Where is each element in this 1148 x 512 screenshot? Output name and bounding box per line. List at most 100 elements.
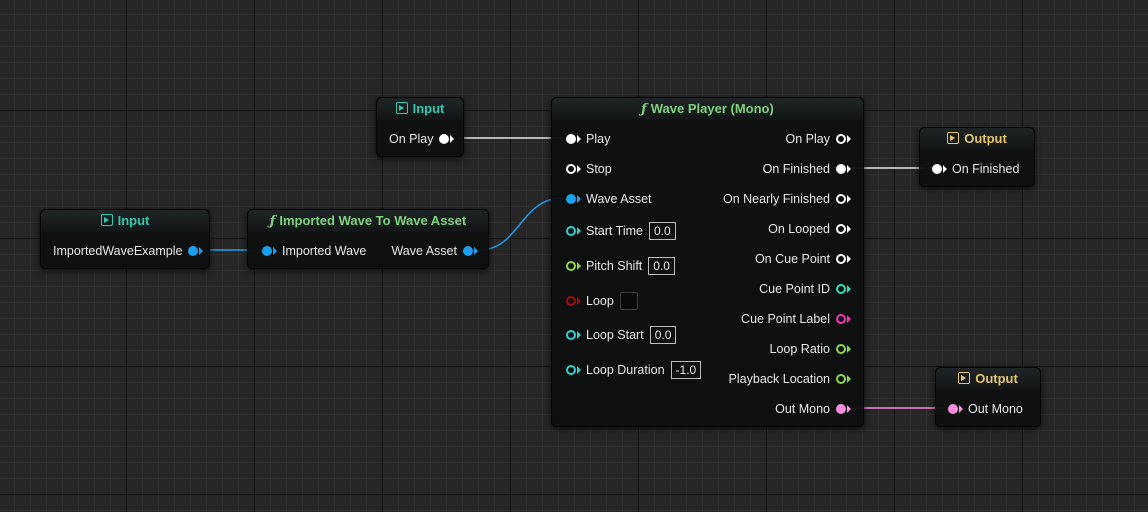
pin-label: Stop (586, 162, 612, 176)
audio-pin[interactable] (836, 404, 846, 414)
node-header: Input (377, 98, 463, 120)
pin-arrow-icon (943, 165, 947, 173)
pin-label: Start Time (586, 224, 643, 238)
node-header: Output (936, 368, 1040, 390)
pin-arrow-icon (847, 195, 851, 203)
float-pin[interactable] (836, 344, 846, 354)
time-pin[interactable] (566, 330, 576, 340)
input-node-on-play[interactable]: Input On Play (376, 97, 464, 157)
loop-start-value-field[interactable]: 0.0 (649, 326, 677, 344)
pin-arrow-icon (847, 375, 851, 383)
node-title: Input (412, 101, 445, 116)
imported-wave-to-wave-asset-node[interactable]: ƒ Imported Wave To Wave Asset Imported Wa… (247, 209, 489, 269)
pin-label: On Play (785, 132, 830, 146)
pin-arrow-icon (577, 227, 581, 235)
pin-arrow-icon (847, 345, 851, 353)
pin-label: Play (586, 132, 611, 146)
pin-label: Pitch Shift (586, 259, 643, 273)
pin-label: Loop (586, 294, 614, 308)
node-title: Imported Wave To Wave Asset (279, 213, 467, 228)
output-pin-cue-point-id: Cue Point ID (759, 279, 851, 299)
pin-arrow-icon (450, 135, 455, 143)
pitch-shift-value-field[interactable]: 0.0 (648, 257, 675, 275)
wave-asset-pin[interactable] (463, 246, 473, 256)
node-title: Output (964, 131, 1007, 146)
node-title: Output (975, 371, 1018, 386)
pin-arrow-icon (577, 262, 581, 270)
output-pin-on-cue-point: On Cue Point (755, 249, 851, 269)
output-pin-on-play: On Play (786, 129, 851, 149)
time-pin[interactable] (566, 365, 576, 375)
trigger-pin[interactable] (836, 224, 846, 234)
trigger-pin[interactable] (836, 254, 846, 264)
pin-label: Loop Duration (586, 363, 665, 377)
trigger-pin[interactable] (836, 164, 846, 174)
output-pin-out-mono: Out Mono (775, 399, 851, 419)
output-pin-on-finished: On Finished (763, 159, 851, 179)
pin-label: Wave Asset (586, 192, 652, 206)
pin-label: On Looped (768, 222, 830, 236)
output-icon (947, 132, 960, 144)
pin-label: Loop Ratio (769, 342, 830, 356)
pin-label: Out Mono (968, 402, 1023, 416)
output-pin-row: ImportedWaveExample (53, 241, 204, 261)
pin-arrow-icon (577, 297, 581, 305)
function-icon: ƒ (641, 102, 647, 117)
loop-duration-value-field[interactable]: -1.0 (670, 361, 702, 379)
output-pin-row: Wave Asset (391, 241, 478, 261)
trigger-pin[interactable] (836, 194, 846, 204)
node-header: Input (41, 210, 209, 232)
node-header: ƒ Imported Wave To Wave Asset (248, 210, 488, 232)
trigger-pin[interactable] (932, 164, 942, 174)
input-node-imported-wave[interactable]: Input ImportedWaveExample (40, 209, 210, 269)
function-icon: ƒ (269, 214, 276, 229)
wave-asset-pin[interactable] (262, 246, 272, 256)
pin-arrow-icon (199, 247, 204, 255)
input-pin-row: Imported Wave (262, 241, 366, 261)
output-node-out-mono[interactable]: Output Out Mono (935, 367, 1041, 427)
output-pin-loop-ratio: Loop Ratio (770, 339, 851, 359)
pin-arrow-icon (577, 366, 581, 374)
loop-checkbox[interactable] (619, 292, 638, 310)
trigger-pin[interactable] (439, 134, 450, 144)
float-pin[interactable] (836, 374, 846, 384)
node-header: ƒ Wave Player (Mono) (552, 98, 863, 120)
start-time-value-field[interactable]: 0.0 (648, 222, 676, 240)
input-icon (395, 102, 408, 114)
time-pin[interactable] (566, 226, 576, 236)
pin-label: Loop Start (586, 328, 644, 342)
pin-arrow-icon (847, 405, 851, 413)
wave-asset-pin[interactable] (566, 194, 576, 204)
output-pin-on-looped: On Looped (768, 219, 851, 239)
int-pin[interactable] (836, 284, 846, 294)
input-pin-pitch-shift: Pitch Shift 0.0 (566, 256, 675, 276)
float-pin[interactable] (566, 261, 576, 271)
pin-label: Playback Location (728, 372, 830, 386)
trigger-pin[interactable] (836, 134, 846, 144)
node-title: Wave Player (Mono) (650, 101, 774, 116)
pin-arrow-icon (474, 247, 478, 255)
input-pin-start-time: Start Time 0.0 (566, 221, 676, 241)
trigger-pin[interactable] (566, 164, 576, 174)
pin-arrow-icon (959, 405, 963, 413)
pin-label: On Finished (952, 162, 1020, 176)
node-header: Output (920, 128, 1034, 150)
trigger-pin[interactable] (566, 134, 576, 144)
pin-arrow-icon (847, 285, 851, 293)
output-icon (958, 372, 971, 384)
pin-arrow-icon (847, 225, 851, 233)
output-pin-on-nearly-finished: On Nearly Finished (723, 189, 851, 209)
output-pin-cue-point-label: Cue Point Label (741, 309, 851, 329)
input-pin-loop-start: Loop Start 0.0 (566, 325, 677, 345)
wave-asset-pin[interactable] (188, 246, 199, 256)
pin-arrow-icon (577, 135, 581, 143)
pin-arrow-icon (273, 247, 277, 255)
wave-player-mono-node[interactable]: ƒ Wave Player (Mono) Play Stop Wave Asset… (551, 97, 864, 427)
output-node-on-finished[interactable]: Output On Finished (919, 127, 1035, 187)
audio-pin[interactable] (948, 404, 958, 414)
string-pin[interactable] (836, 314, 846, 324)
bool-pin[interactable] (566, 296, 576, 306)
input-pin-wave-asset: Wave Asset (566, 189, 652, 209)
pin-label: Imported Wave (282, 244, 367, 258)
pin-arrow-icon (847, 255, 851, 263)
